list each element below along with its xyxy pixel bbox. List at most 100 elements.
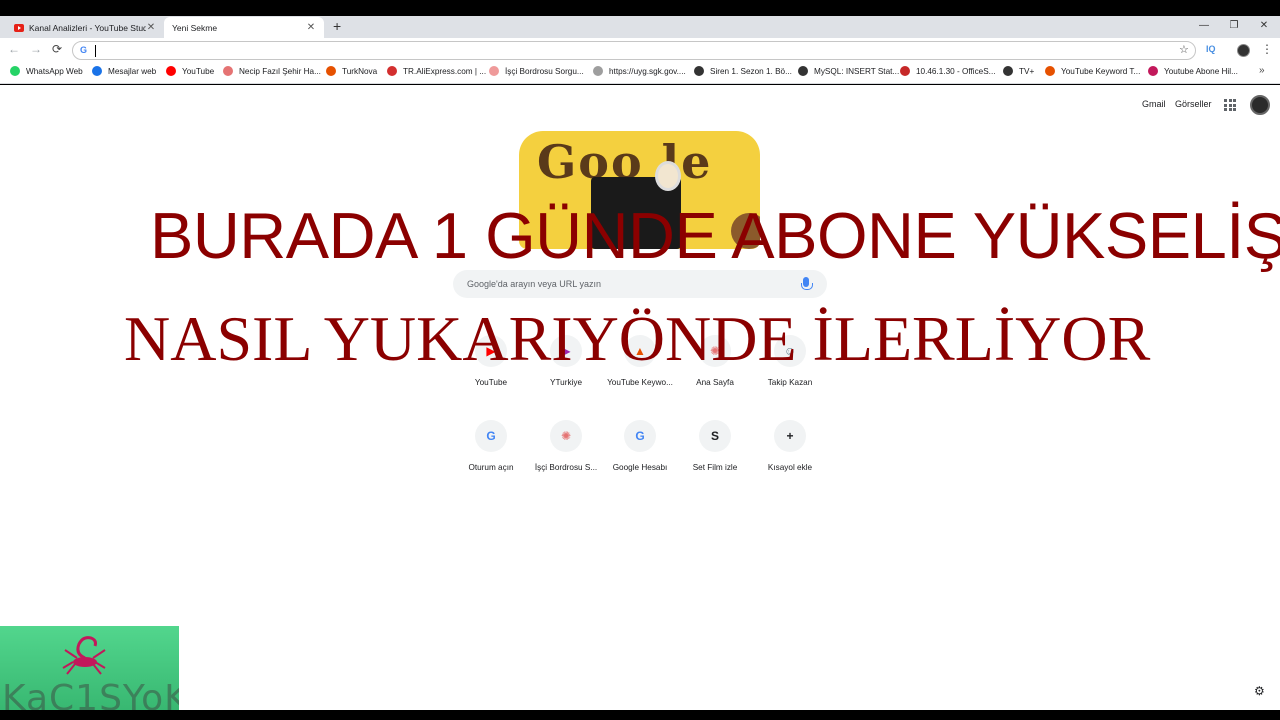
bookmark-item[interactable]: Necip Fazıl Şehir Ha... [223, 66, 321, 76]
new-tab-button[interactable]: + [333, 18, 341, 34]
forward-button[interactable]: → [30, 42, 42, 56]
shortcut-label: Takip Kazan [767, 378, 813, 387]
shortcut-label: YouTube [474, 378, 508, 387]
overlay-caption-line1: BURADA 1 GÜNDE ABONE YÜKSELİŞİ [150, 199, 1280, 272]
tab-close-icon[interactable]: ✕ [146, 22, 156, 33]
customize-settings-icon[interactable]: ⚙ [1254, 684, 1265, 698]
bookmark-item[interactable]: WhatsApp Web [10, 66, 83, 76]
tab-kanal-analizleri[interactable]: Kanal Analizleri - YouTube Studio ✕ [6, 17, 164, 38]
google-apps-icon[interactable] [1224, 99, 1236, 111]
bookmark-item[interactable]: Mesajlar web [92, 66, 156, 76]
tab-label: Yeni Sekme [172, 22, 218, 33]
back-button[interactable]: ← [8, 42, 20, 56]
google-icon: G [80, 45, 88, 55]
bookmark-label: İşçi Bordrosu Sorgu... [505, 66, 584, 76]
bookmark-favicon-icon [166, 66, 176, 76]
bookmark-label: Necip Fazıl Şehir Ha... [239, 66, 321, 76]
bookmark-label: 10.46.1.30 - OfficeS... [916, 66, 996, 76]
shortcut-tile[interactable]: G Google Hesabı [605, 420, 675, 472]
bottom-black-bar [0, 710, 1280, 720]
bookmark-favicon-icon [1003, 66, 1013, 76]
bookmark-favicon-icon [326, 66, 336, 76]
bookmark-favicon-icon [798, 66, 808, 76]
bookmarks-more-icon[interactable]: » [1259, 65, 1265, 76]
bookmark-item[interactable]: MySQL: INSERT Stat... [798, 66, 899, 76]
images-link[interactable]: Görseller [1175, 99, 1212, 109]
bookmark-favicon-icon [223, 66, 233, 76]
tab-close-icon[interactable]: ✕ [306, 22, 316, 33]
reload-button[interactable]: ⟳ [52, 42, 62, 56]
shortcut-tile[interactable]: ✺ İşçi Bordrosu S... [531, 420, 601, 472]
bookmark-item[interactable]: TV+ [1003, 66, 1034, 76]
extension-iq-icon[interactable]: IQ [1206, 44, 1216, 54]
address-bar[interactable]: G [72, 41, 1196, 60]
channel-watermark: KaC1SYoK [0, 626, 179, 720]
bookmark-label: Mesajlar web [108, 66, 157, 76]
bookmark-item[interactable]: YouTube [166, 66, 214, 76]
text-caret [95, 45, 96, 57]
minimize-button[interactable]: — [1189, 16, 1219, 38]
bookmark-item[interactable]: Youtube Abone Hil... [1148, 66, 1238, 76]
bookmark-favicon-icon [387, 66, 397, 76]
bookmark-favicon-icon [489, 66, 499, 76]
shortcut-icon: S [699, 420, 731, 452]
close-window-button[interactable]: ✕ [1249, 16, 1279, 38]
bookmark-label: YouTube [182, 66, 215, 76]
bookmark-label: MySQL: INSERT Stat... [814, 66, 900, 76]
bookmark-favicon-icon [92, 66, 102, 76]
shortcut-icon: G [475, 420, 507, 452]
shortcut-label: YTurkiye [550, 378, 582, 387]
bookmark-label: https://uyg.sgk.gov.... [609, 66, 686, 76]
overlay-caption-line2: NASIL YUKARIYÖNDE İLERLİYOR [124, 303, 1151, 374]
bookmark-favicon-icon [694, 66, 704, 76]
bookmark-favicon-icon [10, 66, 20, 76]
bookmark-label: TurkNova [342, 66, 378, 76]
shortcut-label: Set Film izle [692, 463, 738, 472]
top-black-bar [0, 0, 1280, 16]
bookmark-item[interactable]: İşçi Bordrosu Sorgu... [489, 66, 584, 76]
bookmark-label: WhatsApp Web [26, 66, 83, 76]
shortcut-tile[interactable]: + Kısayol ekle [755, 420, 825, 472]
tab-yeni-sekme[interactable]: Yeni Sekme ✕ [164, 17, 324, 38]
bookmark-item[interactable]: TR.AliExpress.com | ... [387, 66, 486, 76]
bookmark-star-icon[interactable]: ☆ [1179, 43, 1189, 56]
shortcut-tile[interactable]: S Set Film izle [680, 420, 750, 472]
shortcut-label: Ana Sayfa [696, 378, 734, 387]
bookmark-item[interactable]: TurkNova [326, 66, 377, 76]
bookmark-label: Siren 1. Sezon 1. Bö... [710, 66, 792, 76]
bookmark-item[interactable]: https://uyg.sgk.gov.... [593, 66, 686, 76]
bookmark-item[interactable]: YouTube Keyword T... [1045, 66, 1140, 76]
bookmark-label: Youtube Abone Hil... [1164, 66, 1238, 76]
shortcut-label: Oturum açın [468, 463, 514, 472]
menu-icon[interactable]: ⋮ [1261, 42, 1273, 56]
shortcut-label: İşçi Bordrosu S... [534, 463, 598, 472]
bookmark-favicon-icon [1045, 66, 1055, 76]
scorpion-icon [62, 636, 106, 675]
bookmark-label: YouTube Keyword T... [1061, 66, 1141, 76]
restore-button[interactable]: ❐ [1219, 16, 1249, 38]
shortcut-label: YouTube Keywo... [607, 378, 673, 387]
bookmark-favicon-icon [900, 66, 910, 76]
youtube-studio-icon [14, 23, 24, 32]
shortcut-label: Google Hesabı [612, 463, 668, 472]
bookmark-item[interactable]: Siren 1. Sezon 1. Bö... [694, 66, 792, 76]
shortcut-icon: G [624, 420, 656, 452]
profile-icon[interactable] [1237, 44, 1250, 57]
gmail-link[interactable]: Gmail [1142, 99, 1166, 109]
search-input[interactable]: Google'da arayın veya URL yazın [453, 270, 827, 298]
shortcut-tile[interactable]: G Oturum açın [456, 420, 526, 472]
shortcut-icon: ✺ [550, 420, 582, 452]
avatar[interactable] [1250, 95, 1270, 115]
search-placeholder: Google'da arayın veya URL yazın [467, 279, 601, 289]
doodle-composer [655, 161, 681, 191]
shortcut-label: Kısayol ekle [767, 463, 813, 472]
tab-label: Kanal Analizleri - YouTube Studio [29, 22, 146, 33]
bookmark-item[interactable]: 10.46.1.30 - OfficeS... [900, 66, 996, 76]
tab-strip: Kanal Analizleri - YouTube Studio ✕ Yeni… [0, 16, 1280, 38]
microphone-icon[interactable] [801, 277, 813, 290]
bookmark-label: TV+ [1019, 66, 1035, 76]
bookmark-favicon-icon [593, 66, 603, 76]
bookmark-label: TR.AliExpress.com | ... [403, 66, 487, 76]
bookmark-favicon-icon [1148, 66, 1158, 76]
shortcut-icon: + [774, 420, 806, 452]
